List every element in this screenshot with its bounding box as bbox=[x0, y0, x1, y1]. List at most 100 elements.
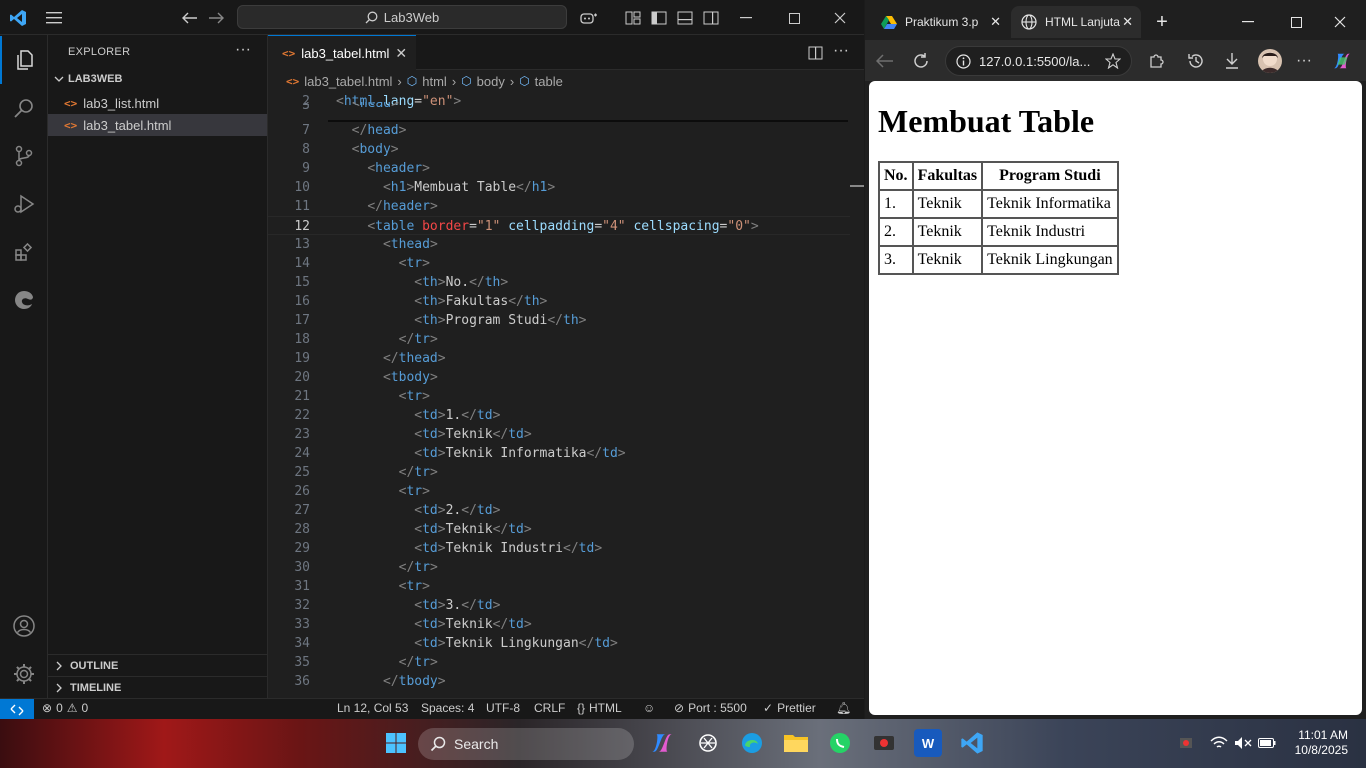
settings-gear-icon[interactable] bbox=[0, 650, 48, 698]
copilot-status-icon[interactable]: ☺ bbox=[643, 701, 655, 715]
favorite-star-icon[interactable] bbox=[1105, 53, 1121, 69]
extensions-icon[interactable] bbox=[0, 228, 48, 276]
tab-praktikum[interactable]: Praktikum 3.p ✕ bbox=[871, 6, 1009, 38]
tab-label: lab3_tabel.html bbox=[301, 45, 390, 61]
close-icon[interactable] bbox=[830, 8, 850, 28]
file-lab3-tabel[interactable]: <> lab3_tabel.html bbox=[48, 114, 267, 136]
copilot-app-icon[interactable] bbox=[648, 729, 676, 757]
maximize-icon[interactable] bbox=[1281, 8, 1311, 36]
tab-lab3-tabel[interactable]: <> lab3_tabel.html ✕ bbox=[268, 35, 416, 70]
toggle-panel-icon[interactable] bbox=[675, 8, 695, 28]
edge-devtools-icon[interactable] bbox=[0, 276, 48, 324]
refresh-icon[interactable] bbox=[911, 51, 931, 71]
cursor-position[interactable]: Ln 12, Col 53 bbox=[337, 701, 408, 715]
table-cell: Teknik bbox=[911, 189, 984, 219]
indentation[interactable]: Spaces: 4 bbox=[421, 701, 474, 715]
outline-section[interactable]: OUTLINE bbox=[48, 654, 267, 676]
split-editor-icon[interactable] bbox=[805, 43, 825, 63]
code-line: 3 <head> bbox=[302, 102, 399, 112]
media-app-icon[interactable] bbox=[870, 729, 898, 757]
copilot-icon[interactable] bbox=[579, 8, 599, 28]
toggle-secondary-sidebar-icon[interactable] bbox=[701, 8, 721, 28]
browser-window: Praktikum 3.p ✕ HTML Lanjuta ✕ + 127.0.0… bbox=[865, 0, 1366, 719]
wifi-icon[interactable] bbox=[1208, 729, 1230, 757]
accounts-icon[interactable] bbox=[0, 602, 48, 650]
code-line: 31 <tr> bbox=[294, 579, 430, 594]
search-icon[interactable] bbox=[0, 84, 48, 132]
breadcrumb-item-table[interactable]: table bbox=[535, 74, 563, 89]
more-actions-icon[interactable]: ··· bbox=[235, 41, 251, 59]
encoding[interactable]: UTF-8 bbox=[486, 701, 520, 715]
remote-icon[interactable] bbox=[0, 699, 34, 720]
windows-start-icon[interactable] bbox=[382, 729, 410, 757]
avatar[interactable] bbox=[1258, 49, 1282, 73]
editor-more-icon[interactable]: ··· bbox=[831, 41, 851, 61]
table-cell: 3. bbox=[878, 245, 914, 275]
maximize-icon[interactable] bbox=[784, 8, 804, 28]
edge-browser-icon[interactable] bbox=[738, 729, 766, 757]
folder-lab3web[interactable]: LAB3WEB bbox=[54, 73, 122, 85]
problems-indicator[interactable]: ⊗ 0 ⚠ 0 bbox=[42, 701, 88, 715]
extensions-icon[interactable] bbox=[1146, 51, 1166, 71]
file-explorer-icon[interactable] bbox=[782, 729, 810, 757]
source-control-icon[interactable] bbox=[0, 132, 48, 180]
timeline-section[interactable]: TIMELINE bbox=[48, 676, 267, 698]
explorer-icon[interactable] bbox=[0, 36, 48, 84]
table-row: 2. Teknik Teknik Industri bbox=[878, 217, 1119, 247]
downloads-icon[interactable] bbox=[1222, 51, 1242, 71]
html-file-icon: <> bbox=[64, 118, 78, 132]
language-mode[interactable]: {} HTML bbox=[577, 701, 622, 715]
vscode-app-icon[interactable] bbox=[958, 729, 986, 757]
breadcrumb-item-html[interactable]: html bbox=[422, 74, 447, 89]
breadcrumb-item-file[interactable]: lab3_tabel.html bbox=[304, 74, 392, 89]
battery-icon[interactable] bbox=[1256, 729, 1278, 757]
tray-app-icon[interactable] bbox=[1175, 729, 1197, 757]
line-ending[interactable]: CRLF bbox=[534, 701, 565, 715]
settings-more-icon[interactable]: ··· bbox=[1294, 51, 1314, 71]
forward-arrow-icon[interactable] bbox=[206, 8, 226, 28]
code-line: 30 </tr> bbox=[294, 560, 438, 575]
prettier-status[interactable]: ✓ Prettier bbox=[763, 701, 816, 715]
code-editor[interactable]: 2 <html lang="en"> 3 <head> 7 </head> 8 <b… bbox=[268, 92, 864, 698]
close-tab-icon[interactable]: ✕ bbox=[1122, 14, 1133, 30]
run-debug-icon[interactable] bbox=[0, 180, 48, 228]
layout-icon[interactable] bbox=[623, 8, 643, 28]
toggle-sidebar-icon[interactable] bbox=[649, 8, 669, 28]
history-icon[interactable] bbox=[1186, 51, 1206, 71]
chatgpt-icon[interactable] bbox=[694, 729, 722, 757]
table-cell: Teknik bbox=[911, 217, 984, 247]
volume-muted-icon[interactable] bbox=[1232, 729, 1254, 757]
clock-time: 11:01 AM bbox=[1298, 728, 1348, 742]
copilot-icon[interactable] bbox=[1332, 51, 1352, 71]
new-tab-icon[interactable]: + bbox=[1147, 8, 1177, 36]
minimize-icon[interactable] bbox=[736, 8, 756, 28]
live-server-port[interactable]: ⊘ Port : 5500 bbox=[674, 701, 747, 715]
code-line: 23 <td>Teknik</td> bbox=[294, 427, 532, 442]
error-icon: ⊗ bbox=[42, 701, 53, 715]
notifications-bell-icon[interactable]: 🔔︎ bbox=[836, 701, 851, 715]
menu-icon[interactable] bbox=[44, 8, 64, 28]
minimize-icon[interactable] bbox=[1233, 8, 1263, 36]
file-lab3-list[interactable]: <> lab3_list.html bbox=[48, 92, 267, 114]
command-center-search[interactable]: Lab3Web bbox=[237, 5, 567, 29]
system-clock[interactable]: 11:01 AM 10/8/2025 bbox=[1295, 728, 1348, 758]
chevron-right-icon bbox=[54, 683, 64, 693]
tab-html-lanjutan[interactable]: HTML Lanjuta ✕ bbox=[1011, 6, 1141, 38]
prettier-label: Prettier bbox=[777, 701, 816, 715]
address-bar[interactable]: 127.0.0.1:5500/la... bbox=[945, 46, 1132, 76]
code-line: 36 </tbody> bbox=[294, 674, 446, 689]
close-tab-icon[interactable]: ✕ bbox=[990, 14, 1001, 30]
back-arrow-icon[interactable] bbox=[875, 51, 895, 71]
breadcrumb-item-body[interactable]: body bbox=[477, 74, 505, 89]
globe-icon bbox=[1021, 14, 1037, 30]
whatsapp-icon[interactable] bbox=[826, 729, 854, 757]
back-arrow-icon[interactable] bbox=[180, 8, 200, 28]
scrollbar[interactable] bbox=[850, 92, 864, 698]
code-line: 21 <tr> bbox=[294, 389, 430, 404]
close-tab-icon[interactable]: ✕ bbox=[395, 45, 407, 62]
word-icon[interactable]: W bbox=[914, 729, 942, 757]
close-icon[interactable] bbox=[1325, 8, 1355, 36]
taskbar-search[interactable]: Search bbox=[418, 728, 634, 760]
breadcrumb: <> lab3_tabel.html › ⬡ html › ⬡ body › ⬡… bbox=[268, 70, 864, 92]
explorer-heading: EXPLORER bbox=[68, 46, 131, 58]
